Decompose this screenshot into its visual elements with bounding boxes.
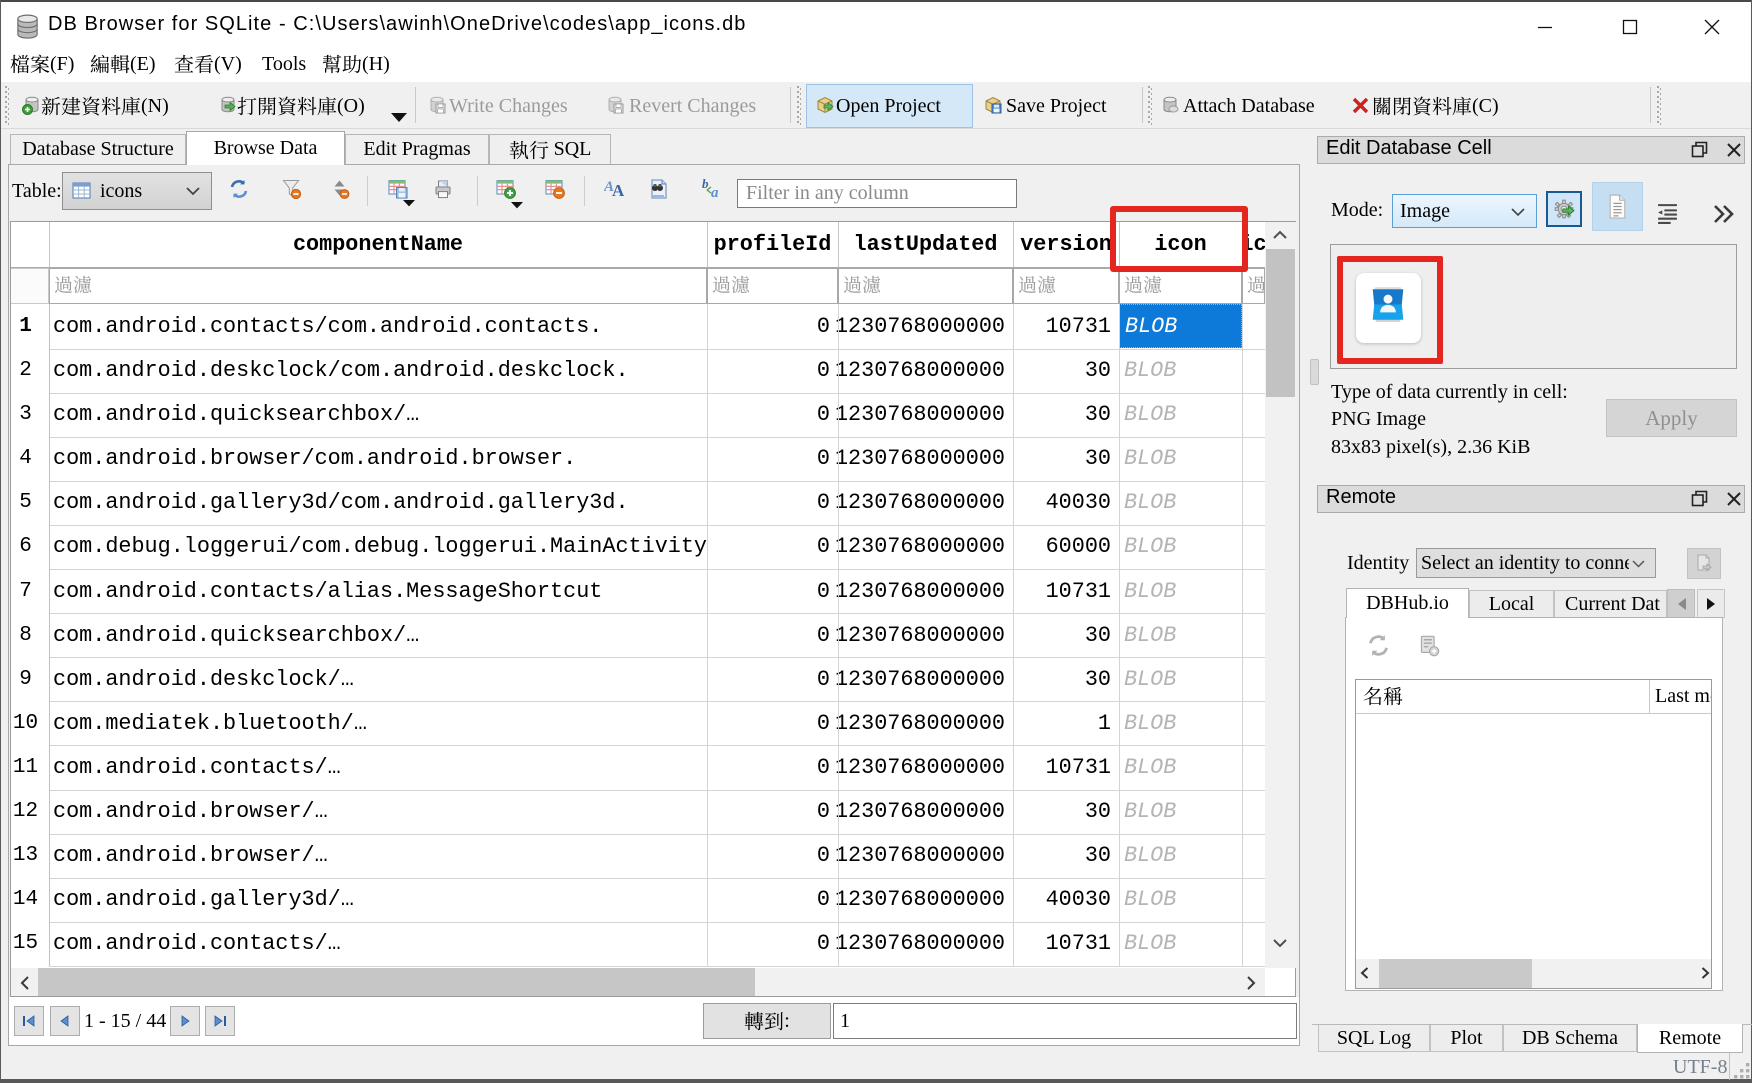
svg-text:A: A (612, 181, 625, 199)
svg-text:a: a (711, 185, 719, 199)
